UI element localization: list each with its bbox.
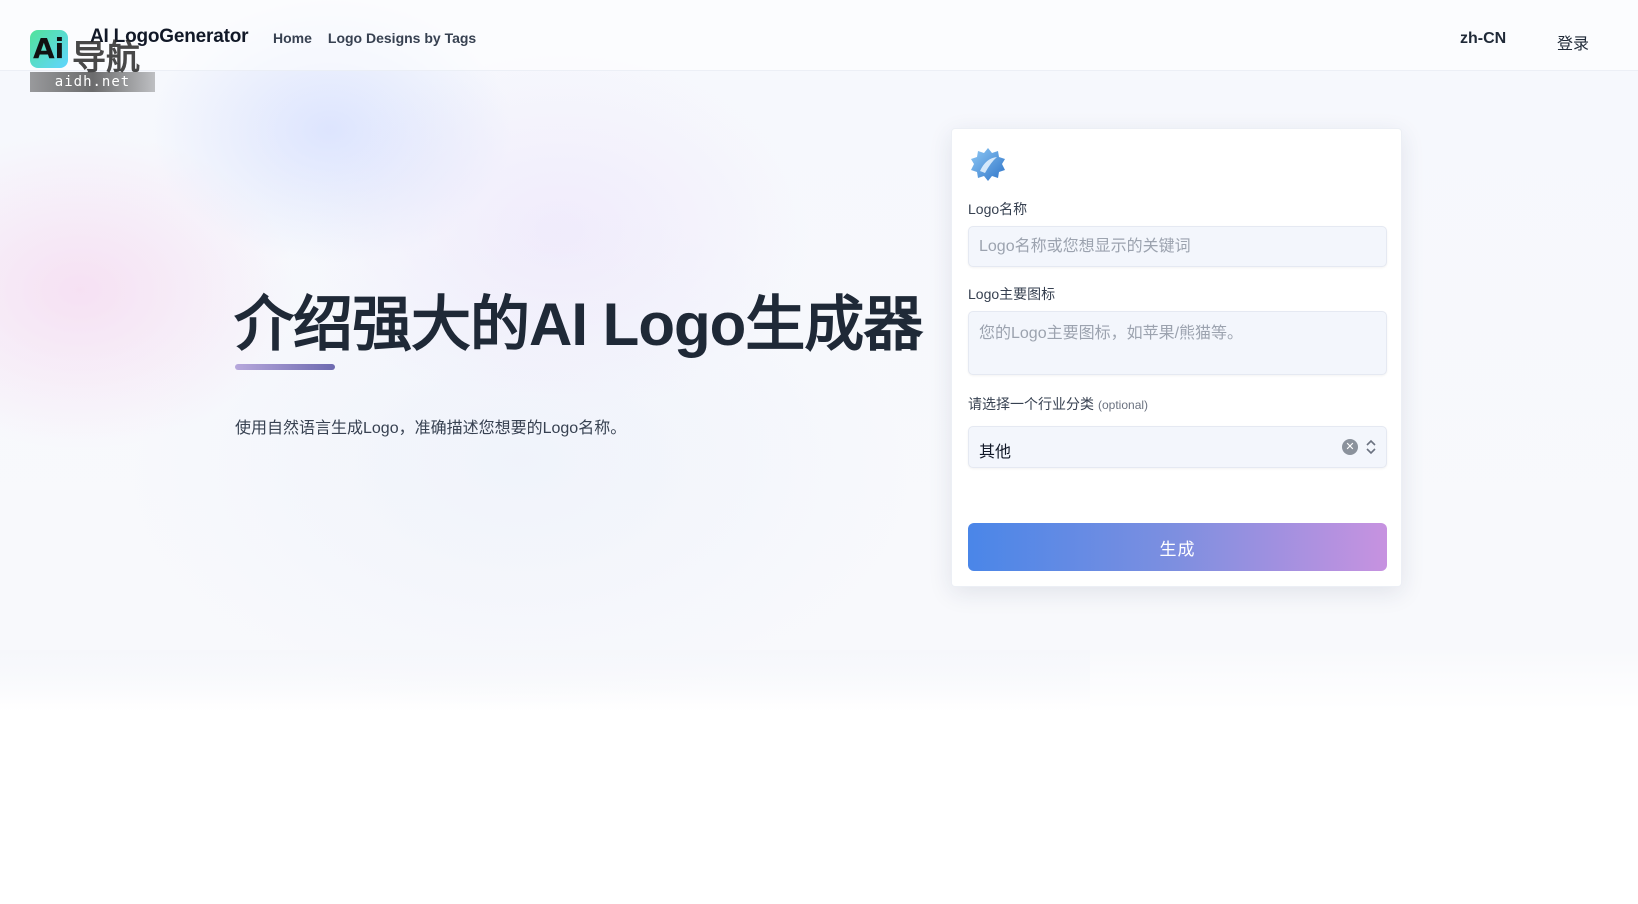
logo-icon-textarea[interactable] bbox=[968, 311, 1387, 375]
top-header: AI LogoGenerator Home Logo Designs by Ta… bbox=[0, 0, 1638, 71]
industry-label: 请选择一个行业分类 (optional) bbox=[968, 394, 1148, 414]
optional-tag: (optional) bbox=[1098, 398, 1149, 412]
logo-name-label: Logo名称 bbox=[968, 201, 1028, 217]
clear-icon[interactable]: ✕ bbox=[1342, 439, 1358, 455]
hero-accent-bar bbox=[235, 364, 335, 370]
language-switcher[interactable]: zh-CN bbox=[1460, 30, 1506, 48]
page: AI LogoGenerator Home Logo Designs by Ta… bbox=[0, 0, 1638, 904]
logo-icon-label: Logo主要图标 bbox=[968, 286, 1056, 302]
logo-form-card: Logo名称 Logo主要图标 请选择一个行业分类 (optional) 其他 ✕… bbox=[951, 128, 1402, 587]
chevron-updown-icon bbox=[1366, 439, 1376, 455]
hero-title: 介绍强大的AI Logo生成器 bbox=[234, 291, 923, 358]
hero-subtitle: 使用自然语言生成Logo，准确描述您想要的Logo名称。 bbox=[235, 420, 627, 437]
watermark-badge-text: Ai bbox=[33, 32, 65, 65]
header-actions: zh-CN 登录 bbox=[0, 30, 1638, 54]
industry-label-text: 请选择一个行业分类 bbox=[968, 396, 1094, 412]
login-link[interactable]: 登录 bbox=[1557, 30, 1589, 54]
watermark-logo: Ai 导航 aidh.net bbox=[30, 18, 155, 92]
gear-icon bbox=[971, 148, 1005, 181]
industry-select[interactable]: 其他 ✕ bbox=[968, 426, 1387, 468]
logo-name-input[interactable] bbox=[968, 226, 1387, 267]
background-band bbox=[0, 650, 1090, 710]
industry-select-value: 其他 bbox=[979, 444, 1012, 461]
generate-button[interactable]: 生成 bbox=[968, 523, 1387, 571]
watermark-domain: aidh.net bbox=[30, 72, 155, 92]
